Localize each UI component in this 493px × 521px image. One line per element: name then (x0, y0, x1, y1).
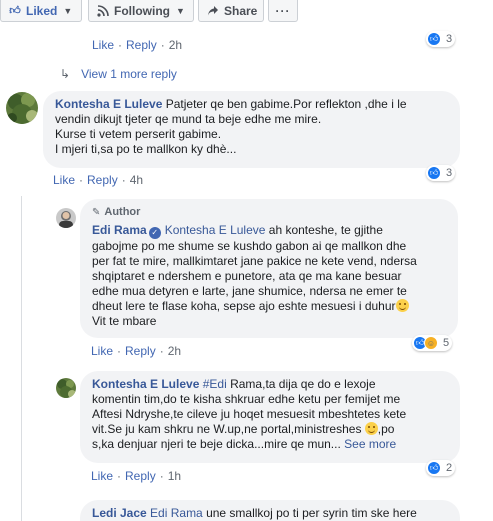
haha-reaction-icon: ☺ (424, 336, 438, 350)
comment-text: Vit te mbare (92, 313, 157, 328)
like-reaction-icon: 👍︎ (427, 461, 441, 475)
avatar[interactable] (56, 208, 76, 228)
comment-text: edhe mua detyren e larte, jane shumice, … (92, 283, 407, 298)
comment-line: dheut lere te flase koha, sepse ajo esht… (92, 298, 446, 314)
comment-actions: Like · Reply · 2h (92, 38, 183, 52)
reaction-number: 3 (446, 167, 453, 179)
comment-actions: Like · Reply · 1h (91, 469, 182, 483)
comment-actions: Like · Reply · 4h (53, 173, 144, 187)
comment-line: s,ka denjuar njeri te beje dicka...mire … (92, 437, 448, 452)
reaction-number: 3 (446, 33, 453, 45)
avatar-image (56, 208, 76, 228)
timestamp[interactable]: 2h (168, 344, 181, 358)
comment-author[interactable]: Kontesha E Luleve (92, 377, 199, 391)
rss-icon (97, 4, 109, 17)
comment-text: s,ka denjuar njeri te beje dicka...mire … (92, 437, 341, 451)
comment-text: gabojme po me shume se kushdo gabon ai q… (92, 238, 407, 253)
like-link[interactable]: Like (92, 38, 114, 52)
comment-author[interactable]: Kontesha E Luleve (55, 97, 162, 111)
thumbs-up-icon: 👍︎ (9, 5, 21, 17)
comment-text: Rama,ta dija qe do e lexoje (230, 377, 376, 391)
author-badge: ✎ Author (92, 205, 446, 220)
comment-bubble: Kontesha E Luleve Patjeter qe ben gabime… (43, 91, 460, 168)
liked-label: Liked (26, 3, 58, 18)
comment-text: une smallkoj po ti per syrin tim ske her… (206, 506, 417, 520)
comment-text: Patjeter qe ben gabime.Por reflekton ,dh… (165, 97, 407, 111)
like-reaction-icon: 👍︎ (427, 166, 441, 180)
like-reaction-icon: 👍︎ (427, 32, 441, 46)
reaction-number: 5 (443, 337, 450, 349)
pencil-icon: ✎ (92, 207, 101, 218)
comment-text: Aftesi Ndryshe,te cileve ju hoqet mesues… (92, 407, 407, 421)
verified-badge-icon: ✓ (148, 226, 161, 239)
comment-text: Kurse ti vetem perserit gabime. (55, 127, 222, 141)
view-more-replies-link[interactable]: ↳ View 1 more reply (60, 67, 177, 81)
like-link[interactable]: Like (91, 469, 113, 483)
like-link[interactable]: Like (53, 173, 75, 187)
timestamp[interactable]: 4h (130, 173, 143, 187)
view-more-label: View 1 more reply (81, 67, 177, 81)
comment-line: vit.Se ju kam shkru ne W.up,ne portal,mi… (92, 422, 448, 437)
comment-text: ah konteshe, te gjithe (268, 223, 383, 237)
comment-bubble: Kontesha E Luleve #Edi Rama,ta dija qe d… (80, 371, 460, 463)
avatar-image (56, 378, 76, 398)
timestamp[interactable]: 2h (169, 38, 182, 52)
share-label: Share (224, 3, 258, 18)
post-action-bar: 👍︎ Liked ▼ Following ▼ Share ··· (0, 0, 493, 22)
following-label: Following (114, 3, 170, 18)
comment-line: Ledi Jace Edi Rama une smallkoj po ti pe… (92, 506, 448, 521)
comment-text: I mjeri ti,sa po te mallkon ky dhè... (55, 142, 237, 156)
reaction-count[interactable]: 👍︎ 2 (426, 460, 456, 476)
thread-line (21, 196, 22, 521)
reaction-count[interactable]: 👍︎ 3 (426, 31, 456, 47)
comment-text: vendin dikujt tjeter qe mund ta beje edh… (55, 112, 322, 126)
reply-link[interactable]: Reply (125, 469, 156, 483)
comment-author[interactable]: Edi Rama (92, 223, 147, 237)
comment-text: dheut lere te flase koha, sepse ajo esht… (92, 298, 396, 313)
comment-line: Edi Rama ✓ Kontesha E Luleve ah konteshe, … (92, 223, 446, 239)
avatar-image (6, 92, 38, 124)
timestamp[interactable]: 1h (168, 469, 181, 483)
comment-text: ,po (377, 422, 395, 436)
reaction-count[interactable]: 👍︎ 3 (426, 165, 456, 181)
reply-link[interactable]: Reply (87, 173, 118, 187)
smiley-emoji-icon (395, 298, 409, 312)
avatar[interactable] (6, 92, 38, 124)
chevron-down-icon: ▼ (63, 5, 73, 16)
more-dots-icon: ··· (275, 3, 291, 18)
avatar[interactable] (56, 378, 76, 398)
comment-text: per fat te mire, mallkimtaret jane pakic… (92, 253, 417, 268)
comment-bubble: ✎ Author Edi Rama ✓ Kontesha E Luleve ah k… (80, 199, 458, 338)
reply-arrow-icon: ↳ (60, 67, 71, 81)
mention-link[interactable]: Edi Rama (150, 506, 203, 520)
smiley-emoji-icon (364, 422, 378, 435)
author-badge-label: Author (104, 206, 141, 218)
comment-text: vit.Se ju kam shkru ne W.up,ne portal,mi… (92, 422, 362, 436)
see-more-link[interactable]: See more (344, 437, 396, 451)
chevron-down-icon: ▼ (176, 5, 185, 16)
share-button[interactable]: Share (198, 0, 264, 22)
like-link[interactable]: Like (91, 344, 113, 358)
reaction-count[interactable]: 👍︎ ☺ 5 (412, 335, 453, 351)
comment-text: komentin tim,do te kisha shkruar edhe ke… (92, 392, 401, 406)
comment-author[interactable]: Ledi Jace (92, 506, 147, 520)
hashtag-link[interactable]: #Edi (203, 377, 227, 391)
comment-line: Kontesha E Luleve #Edi Rama,ta dija qe d… (92, 377, 448, 392)
comment-text: shqiptaret e ndershem e punetore, ata qe… (92, 268, 402, 283)
comment-actions: Like · Reply · 2h (91, 344, 182, 358)
reply-link[interactable]: Reply (125, 344, 156, 358)
more-options-button[interactable]: ··· (268, 0, 298, 22)
reaction-number: 2 (446, 462, 453, 474)
share-arrow-icon (207, 5, 219, 17)
liked-button[interactable]: 👍︎ Liked ▼ (0, 0, 82, 22)
mention-link[interactable]: Kontesha E Luleve (165, 223, 266, 237)
reply-link[interactable]: Reply (126, 38, 157, 52)
comment-line: Kontesha E Luleve Patjeter qe ben gabime… (55, 97, 448, 112)
following-button[interactable]: Following ▼ (88, 0, 194, 22)
comment-bubble: Ledi Jace Edi Rama une smallkoj po ti pe… (80, 500, 460, 521)
